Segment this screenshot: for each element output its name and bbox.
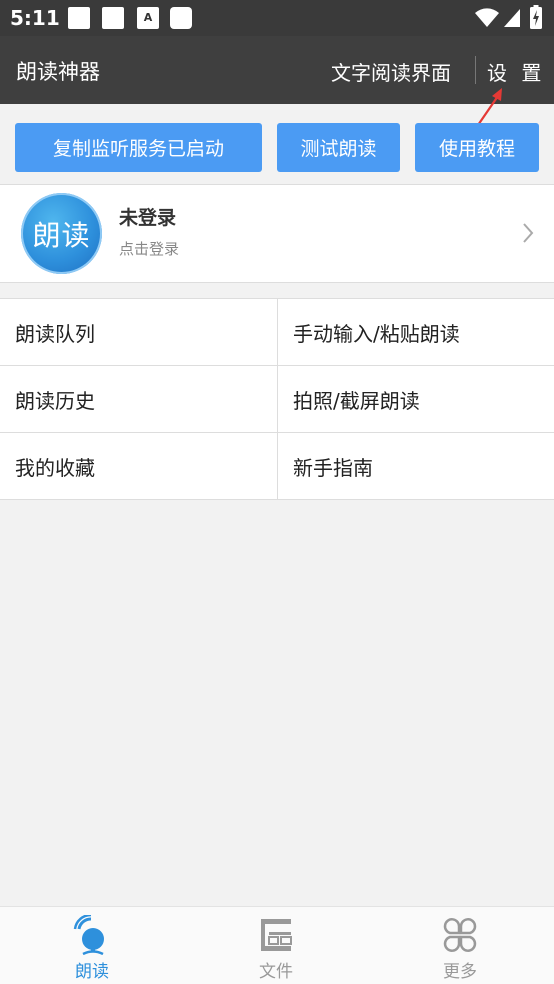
app-title: 朗读神器	[16, 60, 100, 84]
settings-link[interactable]: 设 置	[487, 57, 545, 86]
menu-grid: 朗读队列 手动输入/粘贴朗读 朗读历史 拍照/截屏朗读 我的收藏 新手指南	[0, 298, 554, 500]
status-bar: 5:11 A	[0, 0, 554, 36]
reader-icon	[73, 915, 104, 955]
nav-more-tab[interactable]: 更多	[368, 907, 552, 984]
text-reader-link[interactable]: 文字阅读界面	[331, 57, 451, 86]
more-icon	[443, 918, 477, 952]
status-time: 5:11	[10, 6, 60, 30]
menu-guide[interactable]: 新手指南	[277, 433, 554, 500]
nav-read-label: 朗读	[75, 962, 109, 982]
menu-photo-read[interactable]: 拍照/截屏朗读	[277, 366, 554, 433]
font-notification-icon: A	[137, 7, 159, 29]
menu-favorites[interactable]: 我的收藏	[0, 433, 277, 500]
avatar: 朗读	[21, 193, 102, 274]
notification-icon	[68, 7, 90, 29]
login-card[interactable]: 朗读 未登录 点击登录	[0, 184, 554, 283]
battery-icon	[530, 5, 542, 29]
wifi-icon	[475, 8, 499, 27]
nav-file-tab[interactable]: 文件	[184, 907, 368, 984]
tutorial-button[interactable]: 使用教程	[415, 123, 539, 172]
account-name: 未登录	[119, 207, 177, 229]
menu-read-history[interactable]: 朗读历史	[0, 366, 277, 433]
notification-icon	[102, 7, 124, 29]
clipboard-service-button[interactable]: 复制监听服务已启动	[15, 123, 262, 172]
nav-read-tab[interactable]: 朗读	[0, 907, 184, 984]
bottom-nav: 朗读 文件 更多	[0, 906, 554, 984]
notification-icon	[170, 7, 192, 29]
signal-icon	[504, 9, 520, 27]
divider	[475, 56, 476, 84]
chevron-right-icon	[523, 223, 534, 243]
menu-read-queue[interactable]: 朗读队列	[0, 299, 277, 366]
file-icon	[261, 919, 292, 951]
nav-file-label: 文件	[259, 962, 293, 982]
test-read-button[interactable]: 测试朗读	[277, 123, 400, 172]
menu-manual-input[interactable]: 手动输入/粘贴朗读	[277, 299, 554, 366]
nav-more-label: 更多	[443, 962, 477, 982]
login-hint: 点击登录	[119, 240, 180, 258]
